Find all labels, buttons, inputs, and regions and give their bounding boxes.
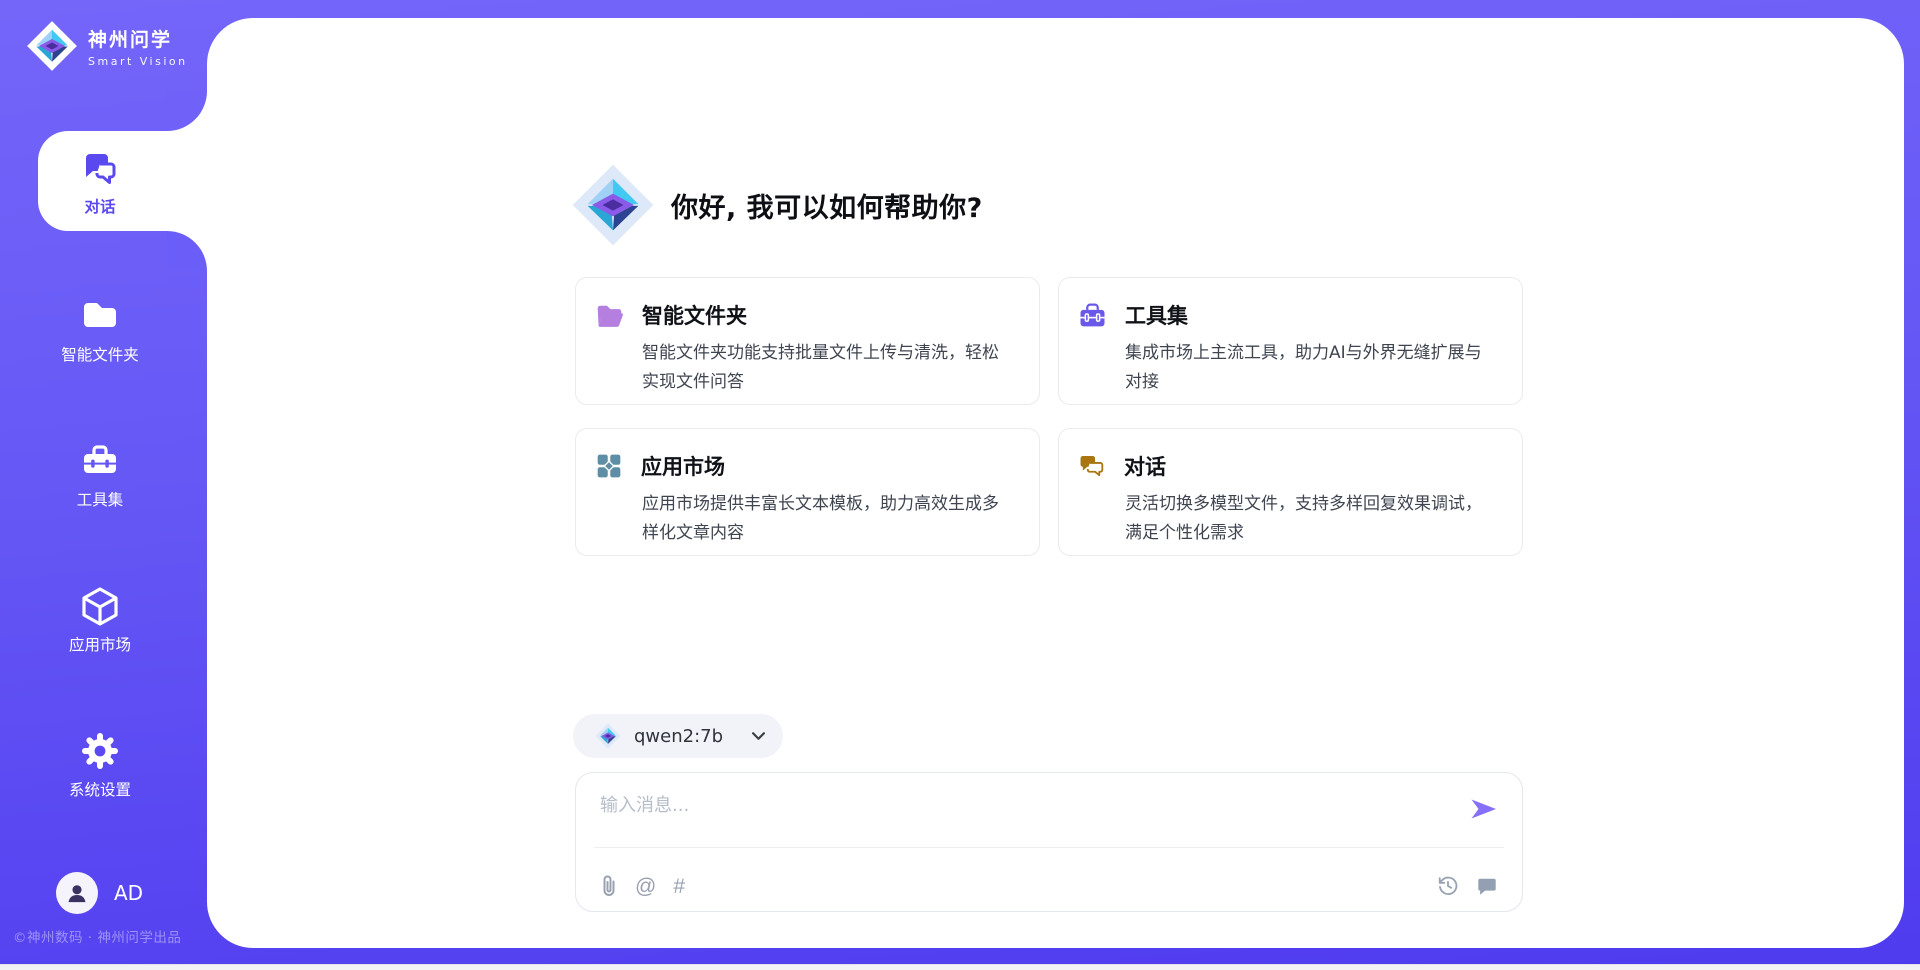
- card-toolset[interactable]: 工具集 集成市场上主流工具，助力AI与外界无缝扩展与对接: [1058, 277, 1523, 405]
- card-app-market[interactable]: 应用市场 应用市场提供丰富长文本模板，助力高效生成多样化文章内容: [575, 428, 1040, 556]
- sidebar-item-label: 智能文件夹: [0, 343, 200, 365]
- toolbox-icon: [80, 441, 120, 481]
- user-account[interactable]: AD: [56, 872, 143, 914]
- card-chat[interactable]: 对话 灵活切换多模型文件，支持多样回复效果调试，满足个性化需求: [1058, 428, 1523, 556]
- user-name: AD: [114, 881, 143, 905]
- brand-gem-icon: [26, 20, 78, 72]
- chat-icon: [80, 148, 120, 188]
- model-selector[interactable]: qwen2:7b: [573, 714, 783, 758]
- paperclip-icon: [600, 875, 618, 897]
- sidebar-item-toolset[interactable]: 工具集: [0, 441, 200, 510]
- sidebar-item-smart-folder[interactable]: 智能文件夹: [0, 296, 200, 365]
- card-description: 灵活切换多模型文件，支持多样回复效果调试，满足个性化需求: [1125, 490, 1498, 548]
- send-button[interactable]: [1470, 797, 1498, 824]
- composer-divider: [594, 847, 1504, 848]
- greeting: 你好, 我可以如何帮助你?: [571, 163, 983, 247]
- history-icon: [1437, 875, 1459, 897]
- sidebar-item-app-market[interactable]: 应用市场: [0, 586, 200, 655]
- sidebar-item-label: 对话: [0, 195, 200, 217]
- brand-logo: 神州问学 Smart Vision: [26, 20, 188, 72]
- sidebar-item-label: 应用市场: [0, 633, 200, 655]
- greeting-title: 你好, 我可以如何帮助你?: [671, 186, 983, 225]
- avatar: [56, 872, 98, 914]
- feature-cards: 智能文件夹 智能文件夹功能支持批量文件上传与清洗，轻松实现文件问答 工具集 集成…: [575, 277, 1523, 556]
- horizontal-scrollbar[interactable]: [0, 964, 1920, 970]
- message-composer: @ #: [575, 772, 1523, 912]
- app-window: 神州问学 Smart Vision 对话 智能文件夹: [0, 0, 1920, 970]
- send-icon: [1470, 797, 1498, 821]
- tab-fillet-top: [167, 91, 207, 131]
- toolbox-icon: [1079, 303, 1106, 328]
- person-icon: [64, 880, 90, 906]
- hash-icon: #: [673, 876, 685, 897]
- folder-icon: [80, 296, 120, 336]
- mention-button[interactable]: @: [635, 876, 656, 897]
- card-title: 对话: [1124, 451, 1166, 481]
- card-smart-folder[interactable]: 智能文件夹 智能文件夹功能支持批量文件上传与清洗，轻松实现文件问答: [575, 277, 1040, 405]
- sidebar: 神州问学 Smart Vision 对话 智能文件夹: [0, 0, 207, 970]
- card-title: 智能文件夹: [642, 300, 747, 330]
- copyright-footer: ©神州数码 · 神州问学出品: [13, 926, 181, 946]
- chat-bubble-icon: [1476, 876, 1498, 897]
- card-title: 工具集: [1125, 300, 1188, 330]
- card-description: 应用市场提供丰富长文本模板，助力高效生成多样化文章内容: [642, 490, 1015, 548]
- sidebar-item-chat[interactable]: 对话: [0, 148, 200, 217]
- card-description: 集成市场上主流工具，助力AI与外界无缝扩展与对接: [1125, 339, 1498, 397]
- gear-icon: [80, 731, 120, 771]
- main-content: 你好, 我可以如何帮助你? 智能文件夹 智能文件夹功能支持批量文件上传与清洗，轻…: [575, 0, 1523, 970]
- history-button[interactable]: [1437, 875, 1459, 897]
- sidebar-item-label: 工具集: [0, 488, 200, 510]
- app-title: 神州问学: [88, 25, 188, 52]
- composer-toolbar: @ #: [600, 859, 1498, 913]
- card-description: 智能文件夹功能支持批量文件上传与清洗，轻松实现文件问答: [642, 339, 1015, 397]
- tab-fillet-bottom: [167, 231, 207, 271]
- app-subtitle: Smart Vision: [88, 55, 188, 68]
- topic-button[interactable]: #: [673, 876, 685, 897]
- sidebar-item-settings[interactable]: 系统设置: [0, 731, 200, 800]
- chat-icon: [1079, 454, 1105, 478]
- chevron-down-icon: [752, 732, 765, 740]
- grid-icon: [596, 453, 622, 479]
- model-name: qwen2:7b: [634, 726, 739, 747]
- greeting-gem-icon: [571, 163, 655, 247]
- card-title: 应用市场: [641, 451, 725, 481]
- folder-open-icon: [596, 303, 623, 327]
- cube-icon: [80, 586, 120, 626]
- message-input[interactable]: [600, 791, 1450, 841]
- gem-logo-icon: [595, 723, 621, 749]
- new-chat-button[interactable]: [1476, 876, 1498, 897]
- attach-file-button[interactable]: [600, 875, 618, 897]
- at-sign-icon: @: [635, 876, 656, 897]
- sidebar-item-label: 系统设置: [0, 778, 200, 800]
